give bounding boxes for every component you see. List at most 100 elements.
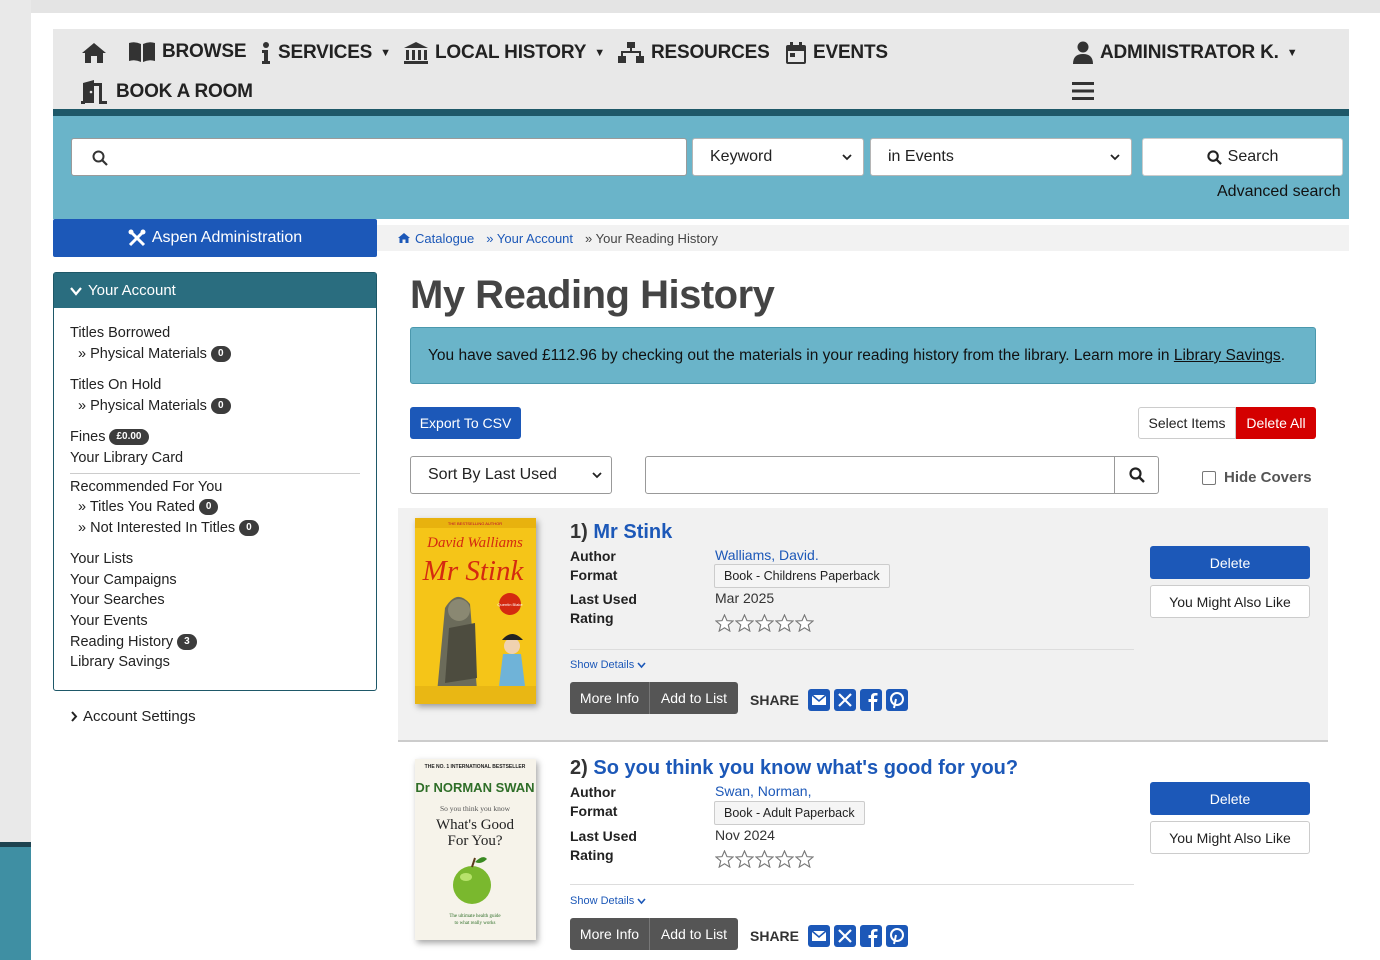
nav-services[interactable]: SERVICES ▼ (260, 41, 391, 65)
nav-events[interactable]: EVENTS (785, 41, 888, 65)
aspen-administration-button[interactable]: Aspen Administration (53, 219, 377, 257)
pinterest-share-icon[interactable] (885, 924, 909, 948)
caret-down-icon: ▼ (594, 47, 605, 59)
nav-services-label: SERVICES (278, 42, 373, 63)
recommended-label: Recommended For You (70, 479, 223, 495)
rating-stars[interactable] (715, 614, 814, 632)
sidebar-your-searches[interactable]: Your Searches (70, 592, 165, 608)
history-filter-input[interactable] (645, 456, 1115, 494)
nav-browse[interactable]: BROWSE (128, 41, 247, 63)
sidebar-fines[interactable]: Fines £0.00 (70, 429, 149, 445)
sidebar-not-interested[interactable]: » Not Interested In Titles 0 (78, 520, 259, 536)
library-savings-link[interactable]: Library Savings (1174, 347, 1281, 364)
breadcrumb-current: » Your Reading History (585, 230, 719, 246)
result-title[interactable]: 2) So you think you know what's good for… (570, 757, 1018, 780)
account-settings-toggle[interactable]: Account Settings (70, 708, 196, 725)
you-might-also-like-button[interactable]: You Might Also Like (1150, 821, 1310, 854)
hide-covers-label: Hide Covers (1224, 469, 1312, 486)
sidebar-physical-materials-hold[interactable]: » Physical Materials 0 (78, 398, 231, 414)
search-input[interactable] (71, 138, 687, 176)
sidebar-your-events[interactable]: Your Events (70, 613, 148, 629)
result-item: THE BESTSELLING AUTHOR David Walliams Mr… (398, 508, 1328, 742)
sidebar-library-savings[interactable]: Library Savings (70, 654, 170, 670)
hamburger-icon (1072, 82, 1094, 100)
nav-resources[interactable]: RESOURCES (617, 41, 770, 65)
cover-title: Mr Stink (422, 555, 525, 587)
breadcrumb-catalogue[interactable]: Catalogue (397, 231, 474, 246)
advanced-search-link[interactable]: Advanced search (1217, 183, 1341, 201)
chevron-down-icon (842, 154, 852, 161)
more-info-button[interactable]: More Info (570, 918, 650, 950)
sidebar-library-card[interactable]: Your Library Card (70, 450, 183, 466)
hamburger-menu-button[interactable] (1072, 80, 1094, 102)
add-to-list-button[interactable]: Add to List (650, 682, 738, 714)
book-cover[interactable]: THE NO. 1 INTERNATIONAL BESTSELLER Dr NO… (415, 759, 536, 940)
rating-stars[interactable] (715, 850, 814, 868)
details-divider (570, 649, 1134, 650)
sidebar-titles-borrowed[interactable]: Titles Borrowed (70, 325, 170, 341)
add-to-list-button[interactable]: Add to List (650, 918, 738, 950)
sidebar-recommended[interactable]: Recommended For You (70, 479, 222, 495)
x-share-icon[interactable] (833, 924, 857, 948)
search-scope-value: in Events (888, 148, 954, 165)
search-scope-select[interactable]: in Events (870, 138, 1132, 176)
export-csv-button[interactable]: Export To CSV (410, 407, 521, 439)
delete-button[interactable]: Delete (1150, 546, 1310, 579)
you-might-also-like-button[interactable]: You Might Also Like (1150, 585, 1310, 618)
tools-icon (128, 229, 146, 247)
home-link[interactable] (80, 41, 108, 65)
nav-browse-label: BROWSE (162, 41, 247, 62)
sidebar-your-lists[interactable]: Your Lists (70, 551, 133, 567)
show-details-toggle[interactable]: Show Details (570, 895, 646, 907)
your-account-panel: Your Account Titles Borrowed » Physical … (53, 272, 377, 691)
sidebar-titles-rated[interactable]: » Titles You Rated 0 (78, 499, 219, 515)
search-button[interactable]: Search (1142, 138, 1343, 176)
delete-button[interactable]: Delete (1150, 782, 1310, 815)
rating-label: Rating (570, 847, 614, 863)
author-link[interactable]: Swan, Norman, (715, 783, 811, 799)
breadcrumb-account[interactable]: » Your Account (486, 231, 573, 246)
hide-covers-checkbox[interactable] (1202, 470, 1216, 485)
email-share-icon[interactable] (807, 688, 831, 712)
book-open-icon (129, 42, 155, 62)
book-cover[interactable]: THE BESTSELLING AUTHOR David Walliams Mr… (415, 518, 536, 704)
hide-covers-toggle[interactable]: Hide Covers (1202, 469, 1312, 486)
last-used-label: Last Used (570, 591, 637, 607)
last-used-value: Mar 2025 (715, 590, 775, 606)
home-icon (82, 43, 106, 63)
count-badge: 0 (210, 398, 231, 414)
email-share-icon[interactable] (807, 924, 831, 948)
account-settings-label: Account Settings (83, 708, 196, 725)
sidebar-physical-materials-borrowed[interactable]: » Physical Materials 0 (78, 346, 231, 362)
sidebar-titles-on-hold[interactable]: Titles On Hold (70, 377, 161, 393)
sidebar-reading-history[interactable]: Reading History 3 (70, 634, 197, 650)
fines-badge: £0.00 (109, 429, 149, 445)
nav-user-menu[interactable]: ADMINISTRATOR K. ▼ (1072, 41, 1298, 65)
facebook-share-icon[interactable] (859, 924, 883, 948)
your-account-header[interactable]: Your Account (54, 273, 376, 308)
nav-book-room[interactable]: BOOK A ROOM (80, 79, 253, 105)
count-badge: 0 (210, 346, 231, 362)
search-type-select[interactable]: Keyword (692, 138, 864, 176)
show-details-toggle[interactable]: Show Details (570, 659, 646, 671)
history-filter-button[interactable] (1114, 456, 1159, 494)
delete-all-button[interactable]: Delete All (1236, 407, 1316, 439)
cover-tagline-2: to what really works (455, 921, 496, 926)
more-info-button[interactable]: More Info (570, 682, 650, 714)
details-divider (570, 884, 1134, 885)
star-icon (715, 850, 734, 868)
not-interested-label: » Not Interested In Titles (78, 520, 236, 536)
nav-local-history-label: LOCAL HISTORY (435, 42, 587, 63)
sort-select[interactable]: Sort By Last Used (410, 456, 612, 494)
pinterest-share-icon[interactable] (885, 688, 909, 712)
x-share-icon[interactable] (833, 688, 857, 712)
last-used-label: Last Used (570, 828, 637, 844)
result-title[interactable]: 1) Mr Stink (570, 521, 672, 544)
nav-local-history[interactable]: LOCAL HISTORY ▼ (403, 41, 605, 65)
library-savings-label: Library Savings (70, 654, 170, 670)
chevron-down-icon (70, 286, 82, 296)
sidebar-your-campaigns[interactable]: Your Campaigns (70, 572, 177, 588)
select-items-button[interactable]: Select Items (1138, 407, 1236, 439)
facebook-share-icon[interactable] (859, 688, 883, 712)
author-link[interactable]: Walliams, David. (715, 547, 819, 563)
